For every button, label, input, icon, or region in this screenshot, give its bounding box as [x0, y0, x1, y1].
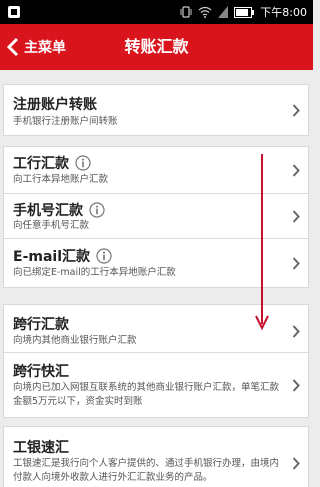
item-title: 手机号汇款	[13, 200, 105, 220]
menu-group-express: 工银速汇 工银速汇是我行向个人客户提供的、通过手机银行办理，由境内付款人向境外收…	[3, 426, 309, 487]
list-item-icbc-express[interactable]: 工银速汇 工银速汇是我行向个人客户提供的、通过手机银行办理，由境内付款人向境外收…	[4, 427, 308, 487]
menu-group-icbc: 工行汇款 向工行本异地账户汇款 手机号汇款 向任意手机号汇款 E-mail汇款 …	[3, 146, 309, 288]
status-bar-right: 下午8:00	[180, 0, 307, 24]
chevron-left-icon	[6, 37, 19, 57]
list-item-email-remit[interactable]: E-mail汇款 向已绑定E-mail的工行本异地账户汇款	[4, 239, 308, 287]
list-item-phone-remit[interactable]: 手机号汇款 向任意手机号汇款	[4, 194, 308, 239]
battery-icon	[234, 6, 255, 18]
item-title: 跨行汇款	[13, 317, 69, 333]
wifi-icon	[198, 6, 212, 18]
transfer-menu-list: 注册账户转账 手机银行注册账户间转账 工行汇款 向工行本异地账户汇款 手机号汇款…	[0, 70, 313, 487]
item-title: E-mail汇款	[13, 246, 112, 266]
vibrate-icon	[180, 6, 192, 18]
item-subtitle: 向工行本异地账户汇款	[13, 174, 109, 185]
item-title-text: 工行汇款	[13, 156, 69, 172]
notification-icon	[8, 6, 20, 18]
header-bar: 主菜单 转账汇款	[0, 24, 313, 70]
menu-group-registered: 注册账户转账 手机银行注册账户间转账	[3, 84, 309, 136]
chevron-right-icon	[292, 457, 300, 470]
list-item-icbc-remit[interactable]: 工行汇款 向工行本异地账户汇款	[4, 147, 308, 194]
chevron-right-icon	[292, 325, 300, 338]
item-subtitle: 向任意手机号汇款	[13, 220, 90, 231]
item-subtitle: 向境内其他商业银行账户汇款	[13, 335, 137, 346]
list-item-interbank-fast[interactable]: 跨行快汇 向境内已加入网银互联系统的其他商业银行账户汇款，单笔汇款金额5万元以下…	[4, 353, 308, 417]
item-title: 工行汇款	[13, 153, 91, 173]
item-title-text: 手机号汇款	[13, 203, 83, 219]
clock: 下午8:00	[260, 6, 307, 19]
back-button-label: 主菜单	[24, 40, 66, 56]
item-title: 跨行快汇	[13, 364, 69, 380]
item-title-text: E-mail汇款	[13, 249, 91, 265]
chevron-right-icon	[292, 210, 300, 223]
menu-group-interbank: 跨行汇款 向境内其他商业银行账户汇款 跨行快汇 向境内已加入网银互联系统的其他商…	[3, 304, 309, 418]
item-subtitle: 向境内已加入网银互联系统的其他商业银行账户汇款，单笔汇款金额5万元以下，资金实时…	[13, 382, 280, 407]
chevron-right-icon	[292, 104, 300, 117]
item-subtitle: 手机银行注册账户间转账	[13, 116, 118, 127]
status-bar: 下午8:00	[0, 0, 313, 24]
chevron-right-icon	[292, 379, 300, 392]
chevron-right-icon	[292, 257, 300, 270]
info-icon[interactable]	[75, 155, 91, 171]
list-item-interbank-remit[interactable]: 跨行汇款 向境内其他商业银行账户汇款	[4, 305, 308, 353]
back-button[interactable]: 主菜单	[6, 24, 66, 70]
signal-icon	[218, 6, 229, 18]
info-icon[interactable]	[96, 248, 112, 264]
list-item-registered-transfer[interactable]: 注册账户转账 手机银行注册账户间转账	[4, 85, 308, 135]
item-title: 注册账户转账	[13, 97, 97, 113]
item-subtitle: 工银速汇是我行向个人客户提供的、通过手机银行办理，由境内付款人向境外收款人进行外…	[13, 458, 280, 483]
chevron-right-icon	[292, 164, 300, 177]
item-title: 工银速汇	[13, 440, 69, 456]
item-subtitle: 向已绑定E-mail的工行本异地账户汇款	[13, 267, 176, 278]
info-icon[interactable]	[89, 202, 105, 218]
